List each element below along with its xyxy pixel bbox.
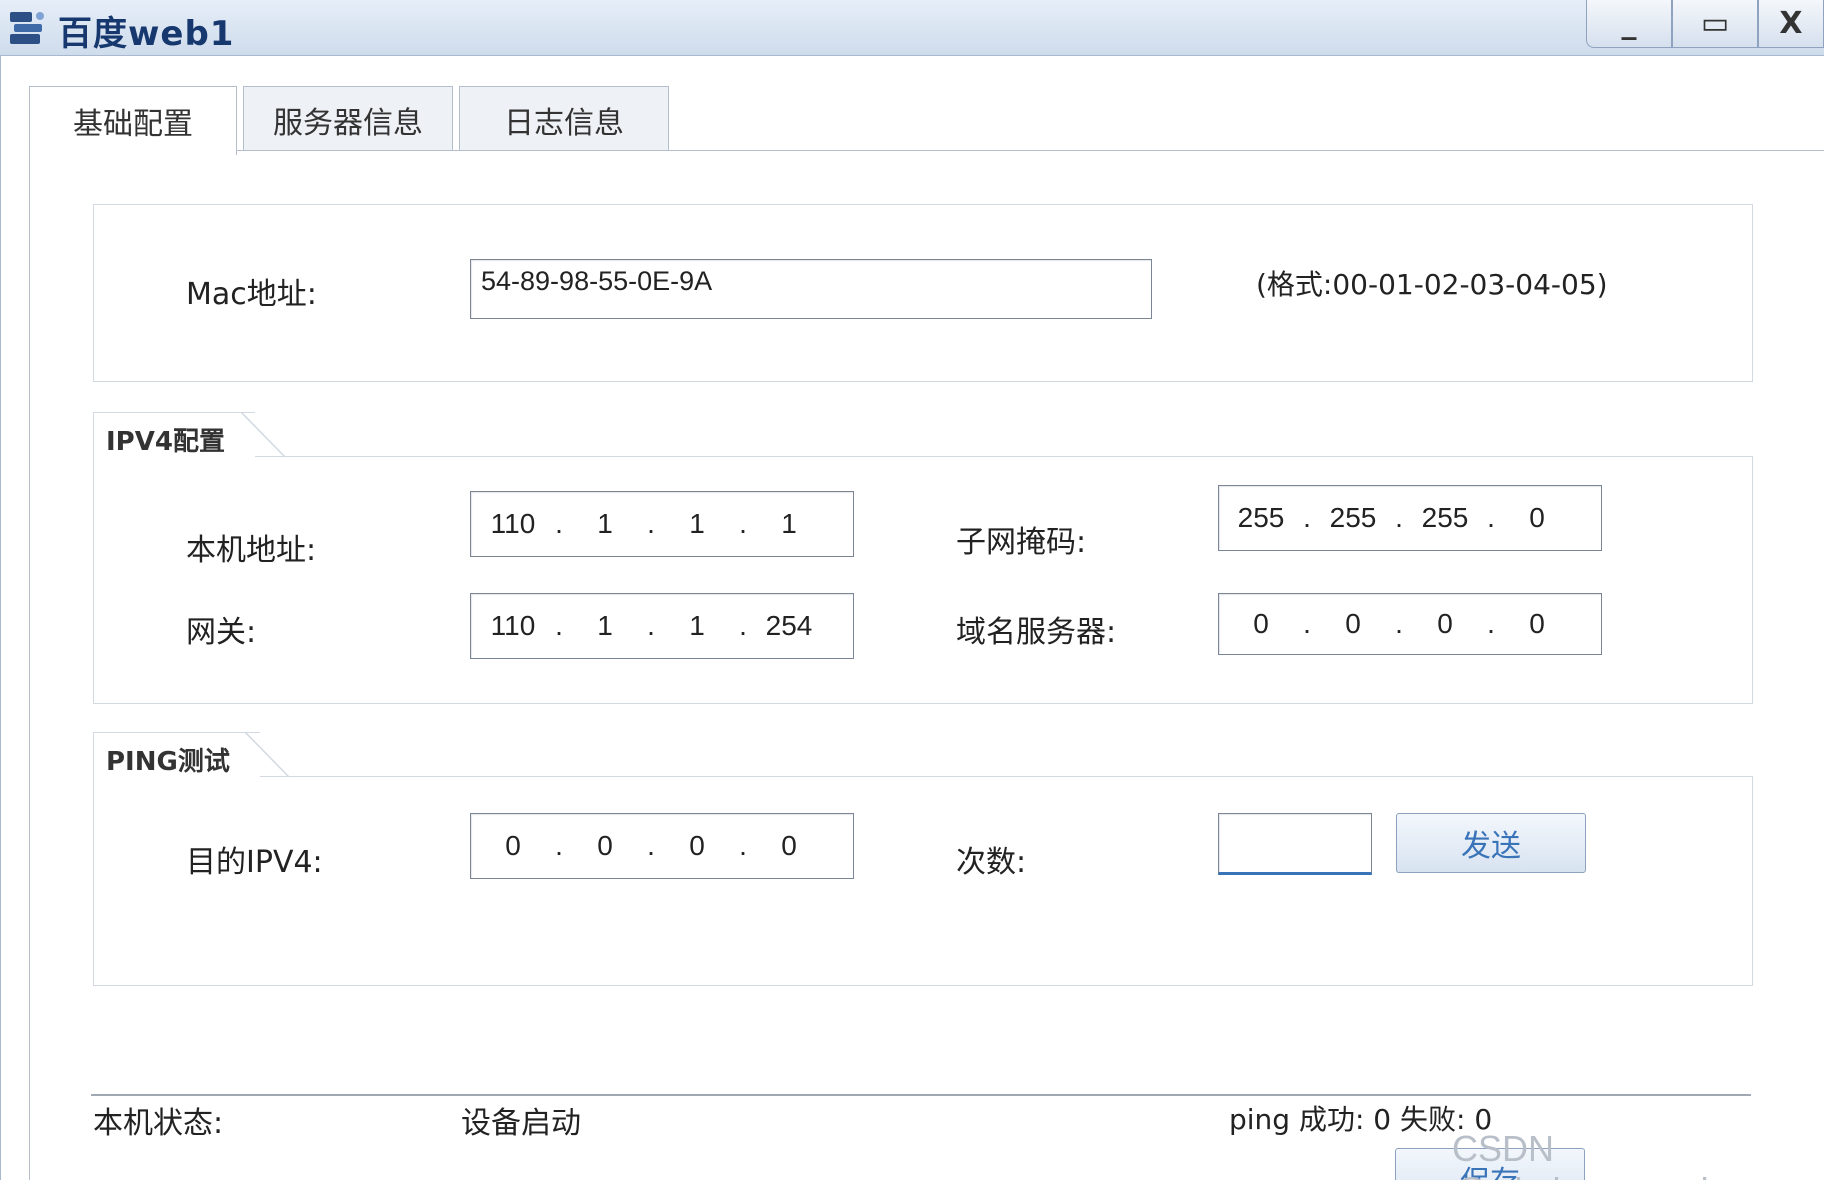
host-ip-input[interactable]: 110. 1. 1. 1 bbox=[470, 491, 854, 557]
dns-octet-3: 0 bbox=[1437, 608, 1453, 639]
status-label: 本机状态: bbox=[93, 1106, 224, 1141]
mac-input[interactable]: 54-89-98-55-0E-9A bbox=[470, 259, 1152, 319]
host-ip-octet-2: 1 bbox=[597, 508, 613, 539]
ipv4-legend: IPV4配置 bbox=[93, 412, 255, 458]
minimize-button[interactable]: _ bbox=[1586, 0, 1672, 48]
gateway-octet-4: 254 bbox=[765, 610, 813, 641]
ping-target-input[interactable]: 0. 0. 0. 0 bbox=[470, 813, 854, 879]
dns-server-label: 域名服务器: bbox=[956, 615, 1117, 650]
status-value: 设备启动 bbox=[461, 1106, 581, 1141]
maximize-button[interactable]: ▭ bbox=[1672, 0, 1758, 48]
mask-octet-3: 255 bbox=[1421, 502, 1469, 533]
dns-server-input[interactable]: 0. 0. 0. 0 bbox=[1218, 593, 1602, 655]
watermark-text: CSDN @wisdom_serein bbox=[1452, 1128, 1729, 1180]
dns-octet-2: 0 bbox=[1345, 608, 1361, 639]
window-title: 百度web1 bbox=[58, 14, 235, 54]
host-ip-label: 本机地址: bbox=[186, 533, 317, 568]
ping-octet-2: 0 bbox=[597, 830, 613, 861]
title-bar: 百度web1 _ ▭ X bbox=[0, 0, 1824, 56]
ipv4-legend-tab-edge bbox=[241, 412, 286, 458]
send-button[interactable]: 发送 bbox=[1396, 813, 1586, 873]
gateway-octet-1: 110 bbox=[490, 610, 536, 641]
subnet-mask-input[interactable]: 255. 255. 255. 0 bbox=[1218, 485, 1602, 551]
dns-octet-1: 0 bbox=[1253, 608, 1269, 639]
mask-octet-1: 255 bbox=[1237, 502, 1285, 533]
ping-legend-tab-edge bbox=[245, 732, 290, 778]
gateway-octet-2: 1 bbox=[597, 610, 613, 641]
tab-basic-config[interactable]: 基础配置 bbox=[29, 86, 237, 155]
ping-octet-4: 0 bbox=[781, 830, 797, 861]
ping-count-input[interactable] bbox=[1218, 813, 1372, 875]
window-content: 基础配置 服务器信息 日志信息 Mac地址: 54-89-98-55-0E-9A… bbox=[0, 56, 1824, 1180]
host-ip-octet-4: 1 bbox=[781, 508, 797, 539]
ipv4-group: 本机地址: 110. 1. 1. 1 子网掩码: 255. 255. 255. … bbox=[93, 456, 1753, 704]
ping-legend: PING测试 bbox=[93, 732, 260, 778]
subnet-mask-label: 子网掩码: bbox=[956, 525, 1087, 560]
close-button[interactable]: X bbox=[1758, 0, 1824, 48]
mac-label: Mac地址: bbox=[186, 277, 317, 312]
gateway-label: 网关: bbox=[186, 615, 257, 650]
tab-log-info[interactable]: 日志信息 bbox=[459, 86, 669, 152]
ping-octet-3: 0 bbox=[689, 830, 705, 861]
mac-format-hint: (格式:00-01-02-03-04-05) bbox=[1256, 268, 1608, 301]
app-icon bbox=[10, 12, 44, 44]
mask-octet-2: 255 bbox=[1329, 502, 1377, 533]
ping-octet-1: 0 bbox=[505, 830, 521, 861]
gateway-octet-3: 1 bbox=[689, 610, 705, 641]
ping-target-label: 目的IPV4: bbox=[186, 845, 323, 880]
tab-server-info[interactable]: 服务器信息 bbox=[243, 86, 453, 152]
mask-octet-4: 0 bbox=[1529, 502, 1545, 533]
gateway-input[interactable]: 110. 1. 1. 254 bbox=[470, 593, 854, 659]
host-ip-octet-1: 110 bbox=[490, 508, 536, 539]
ping-count-label: 次数: bbox=[956, 845, 1027, 880]
dns-octet-4: 0 bbox=[1529, 608, 1545, 639]
status-divider bbox=[91, 1094, 1751, 1096]
host-ip-octet-3: 1 bbox=[689, 508, 705, 539]
ping-group: 目的IPV4: 0. 0. 0. 0 次数: 发送 bbox=[93, 776, 1753, 986]
mac-group: Mac地址: 54-89-98-55-0E-9A (格式:00-01-02-03… bbox=[93, 204, 1753, 382]
